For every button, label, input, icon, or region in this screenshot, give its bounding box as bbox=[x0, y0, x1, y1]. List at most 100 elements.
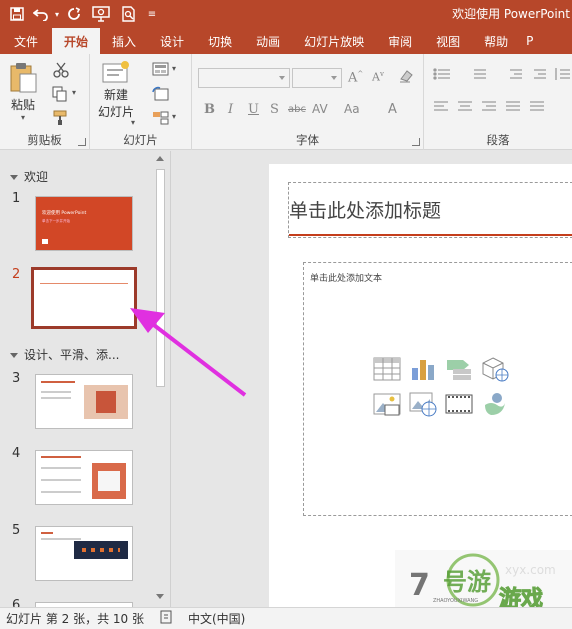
scroll-down-arrow[interactable] bbox=[156, 594, 164, 599]
clear-formatting-icon[interactable] bbox=[398, 68, 414, 88]
collapse-icon[interactable] bbox=[10, 353, 18, 358]
tab-review[interactable]: 审阅 bbox=[376, 28, 424, 54]
insert-smartart-icon[interactable] bbox=[445, 356, 473, 382]
format-painter-icon[interactable] bbox=[52, 110, 70, 126]
thumb-text bbox=[41, 391, 71, 393]
paste-dropdown-icon[interactable]: ▾ bbox=[21, 113, 25, 122]
insert-picture-icon[interactable] bbox=[373, 391, 401, 417]
slide-number: 3 bbox=[12, 371, 21, 386]
collapse-icon[interactable] bbox=[10, 175, 18, 180]
increase-font-icon[interactable]: A^ bbox=[348, 70, 363, 85]
undo-dropdown-icon[interactable]: ▾ bbox=[52, 3, 62, 25]
thumb-text bbox=[41, 532, 53, 534]
tab-slideshow[interactable]: 幻灯片放映 bbox=[292, 28, 376, 54]
svg-text:号游: 号游 bbox=[443, 568, 491, 596]
layout-dropdown-icon[interactable]: ▾ bbox=[172, 64, 176, 73]
clipboard-group-label: 剪贴板 bbox=[27, 133, 62, 147]
thumbnail-scrollbar[interactable] bbox=[153, 151, 168, 607]
thumb-title-line bbox=[40, 283, 128, 284]
thumb-text bbox=[41, 397, 71, 399]
slide-canvas[interactable]: 单击此处添加标题 单击此处添加文本 bbox=[269, 164, 572, 607]
slide-thumbnail-4[interactable] bbox=[35, 450, 133, 505]
present-from-start-icon[interactable] bbox=[86, 3, 116, 25]
print-preview-icon[interactable] bbox=[116, 3, 142, 25]
slides-group-label: 幻灯片 bbox=[123, 133, 158, 147]
thumb-subtitle: 单击下一步并开始 bbox=[42, 219, 70, 223]
svg-text:游戏: 游戏 bbox=[499, 586, 543, 607]
language-status[interactable]: 中文(中国) bbox=[188, 610, 245, 627]
slide-count-status[interactable]: 幻灯片 第 2 张，共 10 张 bbox=[6, 610, 144, 627]
change-case-button[interactable]: Aa bbox=[344, 102, 360, 116]
slide-thumbnail-2[interactable] bbox=[31, 267, 137, 329]
section-name: 欢迎 bbox=[24, 170, 49, 184]
tab-insert[interactable]: 插入 bbox=[100, 28, 148, 54]
slide-thumbnail-1[interactable]: 欢迎使用 PowerPoint 单击下一步并开始 bbox=[35, 196, 133, 251]
character-spacing-button[interactable]: AV bbox=[312, 102, 328, 116]
new-slide-button[interactable]: 新建 幻灯片 bbox=[98, 60, 134, 120]
layout-icon[interactable] bbox=[152, 62, 170, 78]
strikethrough-button[interactable]: abc bbox=[288, 104, 306, 115]
slide-thumbnail-3[interactable] bbox=[35, 374, 133, 429]
copy-icon[interactable] bbox=[52, 86, 70, 102]
tab-overflow[interactable]: P bbox=[520, 28, 539, 54]
title-underline bbox=[289, 234, 572, 236]
thumb-text bbox=[41, 381, 75, 383]
scroll-up-arrow[interactable] bbox=[156, 156, 164, 161]
slides-group: 新建 幻灯片 ▾ ▾ ▾ 幻灯片 bbox=[90, 54, 192, 150]
paragraph-group-label: 段落 bbox=[486, 133, 510, 147]
new-slide-label-1: 新建 bbox=[104, 88, 129, 102]
italic-button[interactable]: I bbox=[228, 102, 233, 117]
section-header-welcome[interactable]: 欢迎 bbox=[10, 168, 48, 185]
section-icon[interactable] bbox=[152, 110, 170, 126]
redo-icon[interactable] bbox=[62, 3, 86, 25]
tab-transitions[interactable]: 切换 bbox=[196, 28, 244, 54]
cut-icon[interactable] bbox=[52, 62, 70, 78]
content-placeholder-text[interactable]: 单击此处添加文本 bbox=[310, 271, 382, 284]
section-dropdown-icon[interactable]: ▾ bbox=[172, 112, 176, 121]
customize-toolbar-icon[interactable]: ≡ bbox=[142, 3, 162, 25]
underline-button[interactable]: U bbox=[248, 102, 259, 117]
undo-icon[interactable] bbox=[30, 3, 52, 25]
tab-home[interactable]: 开始 bbox=[52, 28, 101, 54]
title-placeholder-text[interactable]: 单击此处添加标题 bbox=[289, 196, 441, 223]
shadow-button[interactable]: S bbox=[270, 102, 279, 117]
tab-view[interactable]: 视图 bbox=[424, 28, 472, 54]
accessibility-icon[interactable] bbox=[160, 610, 174, 627]
reset-slide-icon[interactable] bbox=[152, 86, 170, 102]
section-header-design[interactable]: 设计、平滑、添... bbox=[10, 346, 119, 363]
insert-icon-icon[interactable] bbox=[481, 391, 509, 417]
insert-table-icon[interactable] bbox=[373, 356, 401, 382]
paragraph-tools-icons[interactable] bbox=[424, 62, 572, 122]
slide-thumbnail-pane: 欢迎 1 欢迎使用 PowerPoint 单击下一步并开始 2 设计、平滑、添.… bbox=[0, 151, 170, 613]
font-size-combo[interactable] bbox=[292, 68, 342, 88]
thumb-image-dots bbox=[82, 548, 120, 552]
new-slide-dropdown-icon[interactable]: ▾ bbox=[131, 118, 135, 127]
decrease-font-icon[interactable]: Av bbox=[372, 70, 384, 84]
slide-thumbnail-5[interactable] bbox=[35, 526, 133, 581]
insert-3d-model-icon[interactable] bbox=[481, 356, 509, 382]
font-launcher[interactable] bbox=[412, 138, 420, 146]
paste-button[interactable]: 粘贴 ▾ bbox=[8, 62, 38, 122]
copy-dropdown-icon[interactable]: ▾ bbox=[72, 88, 76, 97]
tab-animations[interactable]: 动画 bbox=[244, 28, 292, 54]
thumb-text bbox=[41, 491, 81, 493]
insert-online-picture-icon[interactable] bbox=[409, 391, 437, 417]
scroll-thumb[interactable] bbox=[156, 169, 165, 387]
slide-number: 5 bbox=[12, 523, 21, 538]
tab-help[interactable]: 帮助 bbox=[472, 28, 520, 54]
tab-design[interactable]: 设计 bbox=[148, 28, 196, 54]
section-name: 设计、平滑、添... bbox=[24, 348, 120, 362]
font-name-combo[interactable] bbox=[198, 68, 290, 88]
tab-file[interactable]: 文件 bbox=[0, 28, 52, 54]
window-title: 欢迎使用 PowerPoint bbox=[452, 7, 570, 21]
thumb-text bbox=[41, 538, 81, 540]
clipboard-launcher[interactable] bbox=[78, 138, 86, 146]
thumb-title: 欢迎使用 PowerPoint bbox=[42, 211, 87, 216]
save-icon[interactable] bbox=[4, 3, 30, 25]
clipboard-icon bbox=[10, 63, 37, 93]
content-placeholder[interactable]: 单击此处添加文本 bbox=[303, 262, 572, 516]
insert-chart-icon[interactable] bbox=[409, 356, 437, 382]
insert-video-icon[interactable] bbox=[445, 391, 473, 417]
bold-button[interactable]: B bbox=[204, 102, 215, 117]
font-color-button[interactable]: A bbox=[388, 102, 397, 117]
